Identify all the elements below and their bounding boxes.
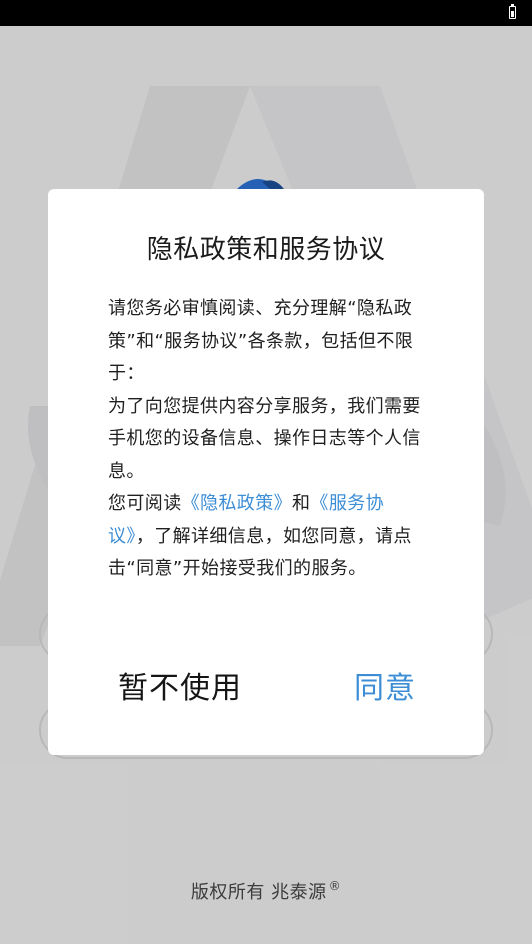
p3-prefix: 您可阅读 [108, 493, 182, 514]
dialog-body: 请您务必审慎阅读、充分理解“隐私政策”和“服务协议”各条款，包括但不限于： 为了… [108, 293, 428, 586]
dialog-paragraph-1: 请您务必审慎阅读、充分理解“隐私政策”和“服务协议”各条款，包括但不限于： [108, 298, 414, 384]
copyright-text: 版权所有 兆泰源 [190, 882, 327, 903]
p3-suffix: ，了解详细信息，如您同意，请点击“同意”开始接受我们的服务。 [108, 525, 412, 580]
registered-mark: ® [328, 879, 342, 893]
p3-and: 和 [292, 493, 311, 514]
dialog-paragraph-3: 您可阅读《隐私政策》和《服务协议》，了解详细信息，如您同意，请点击“同意”开始接… [108, 488, 428, 586]
status-bar [0, 0, 532, 26]
privacy-dialog: 隐私政策和服务协议 请您务必审慎阅读、充分理解“隐私政策”和“服务协议”各条款，… [48, 189, 484, 755]
decline-button[interactable]: 暂不使用 [118, 663, 242, 707]
dialog-paragraph-2: 为了向您提供内容分享服务，我们需要手机您的设备信息、操作日志等个人信息。 [108, 395, 421, 482]
agree-button[interactable]: 同意 [354, 663, 416, 707]
privacy-policy-link[interactable]: 《隐私政策》 [182, 493, 292, 514]
dialog-title: 隐私政策和服务协议 [146, 235, 386, 265]
battery-icon [509, 3, 516, 19]
copyright: 版权所有 兆泰源 ® [0, 878, 532, 904]
